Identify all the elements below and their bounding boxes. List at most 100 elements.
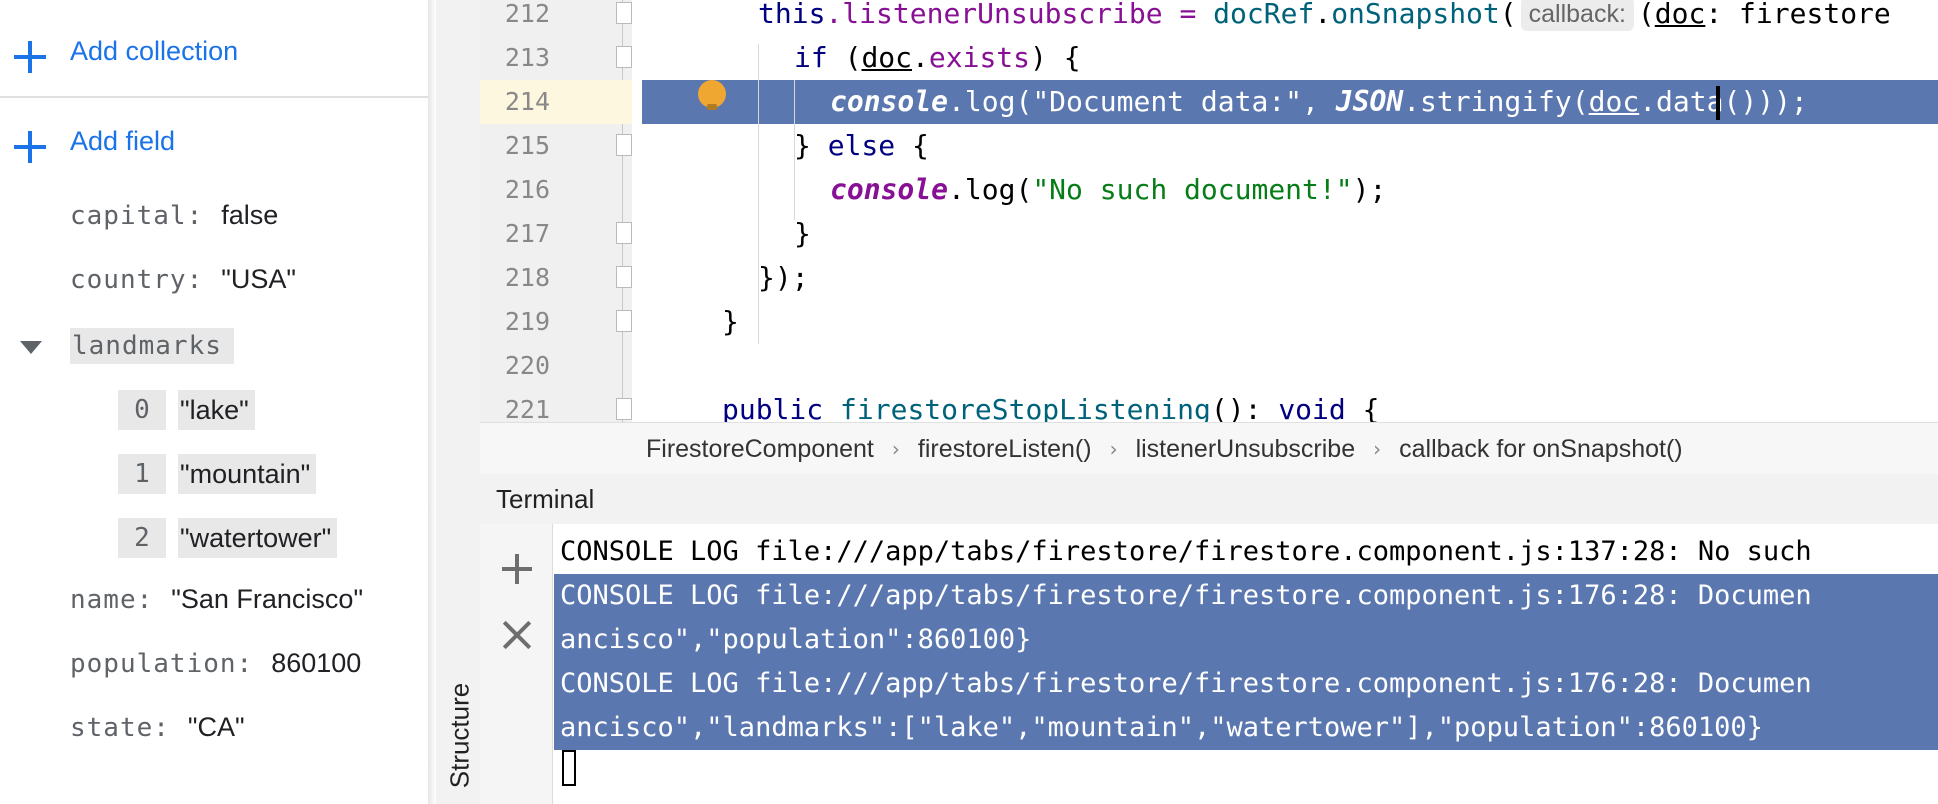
array-value: "mountain": [178, 454, 317, 494]
add-field-button[interactable]: Add field: [0, 98, 428, 188]
array-item[interactable]: 0 "lake": [118, 390, 255, 430]
terminal-line: CONSOLE LOG file:///app/tabs/firestore/f…: [560, 536, 1812, 567]
code-token: this: [758, 0, 826, 30]
code-text: console.log("Document data:", JSON.strin…: [830, 80, 1808, 124]
fold-marker-icon[interactable]: [616, 2, 632, 24]
array-index: 0: [118, 390, 166, 430]
code-token: void: [1278, 393, 1346, 422]
line-number: 221: [504, 395, 550, 422]
array-item[interactable]: 2 "watertower": [118, 518, 338, 558]
code-line[interactable]: 218 });: [480, 256, 1938, 300]
field-value: 860100: [271, 648, 362, 678]
code-line[interactable]: 215 } else {: [480, 124, 1938, 168]
code-editor[interactable]: 212 this.listenerUnsubscribe = docRef.on…: [480, 0, 1938, 422]
ide-window: Structure 212 this.listenerUnsubscribe =…: [436, 0, 1938, 804]
code-token: (: [1499, 0, 1517, 30]
code-line[interactable]: 220: [480, 344, 1938, 388]
code-token: onSnapshot: [1331, 0, 1500, 30]
code-token: (: [1637, 0, 1655, 30]
code-token: .log(: [948, 173, 1033, 206]
line-number: 215: [504, 131, 550, 160]
breadcrumb-item-method[interactable]: firestoreListen(): [918, 435, 1092, 464]
terminal-tab-title[interactable]: Terminal: [496, 484, 594, 515]
line-number: 212: [504, 0, 550, 28]
code-line[interactable]: 213 if (doc.exists) {: [480, 36, 1938, 80]
code-text: }: [794, 217, 811, 250]
fold-marker-icon[interactable]: [616, 310, 632, 332]
code-text: public firestoreStopListening(): void {: [722, 388, 1379, 422]
code-line[interactable]: 217 }: [480, 212, 1938, 256]
terminal-header: Terminal: [480, 474, 1938, 525]
code-token: .: [912, 41, 929, 74]
fold-marker-icon[interactable]: [616, 266, 632, 288]
code-token: else: [827, 129, 896, 162]
field-row-name[interactable]: name: "San Francisco": [70, 584, 363, 615]
field-key: country:: [70, 265, 204, 295]
code-line[interactable]: 212 this.listenerUnsubscribe = docRef.on…: [480, 0, 1938, 36]
field-row-population[interactable]: population: 860100: [70, 648, 361, 679]
field-value: false: [221, 200, 279, 230]
parameter-hint: callback:: [1520, 0, 1634, 31]
code-token: .data()));: [1639, 85, 1808, 118]
array-index: 2: [118, 518, 166, 558]
field-row-country[interactable]: country: "USA": [70, 264, 296, 295]
code-token: ,: [1302, 85, 1336, 118]
field-row-capital[interactable]: capital: false: [70, 200, 278, 231]
code-token: console: [830, 85, 949, 118]
fold-marker-icon[interactable]: [616, 46, 632, 68]
array-value: "watertower": [178, 518, 338, 558]
breadcrumb-item-property[interactable]: listenerUnsubscribe: [1136, 435, 1356, 464]
collapse-arrow-icon[interactable]: [20, 341, 42, 354]
code-token: doc: [1654, 0, 1706, 30]
code-token: public: [722, 393, 824, 422]
terminal-panel[interactable]: CONSOLE LOG file:///app/tabs/firestore/f…: [480, 524, 1938, 804]
code-text: if (doc.exists) {: [794, 36, 1081, 80]
code-token: .log(: [948, 85, 1033, 118]
plus-icon: [14, 131, 46, 163]
code-text: } else {: [794, 124, 929, 168]
code-line[interactable]: 221 public firestoreStopListening(): voi…: [480, 388, 1938, 422]
fold-marker-icon[interactable]: [616, 398, 632, 420]
field-value: "CA": [187, 712, 245, 742]
code-token: docRef: [1213, 0, 1315, 30]
array-item[interactable]: 1 "mountain": [118, 454, 317, 494]
line-number: 214: [504, 87, 550, 116]
breadcrumb-item-callback[interactable]: callback for onSnapshot(): [1399, 435, 1682, 464]
code-line[interactable]: 219 }: [480, 300, 1938, 344]
array-index: 1: [118, 454, 166, 494]
code-token: "No such document!": [1032, 173, 1353, 206]
code-text: }: [722, 305, 739, 338]
code-text: this.listenerUnsubscribe = docRef.onSnap…: [758, 0, 1891, 36]
structure-tab[interactable]: Structure: [445, 666, 476, 804]
field-key: state:: [70, 713, 170, 743]
new-terminal-plus-icon[interactable]: [502, 554, 532, 584]
code-token: (: [827, 41, 862, 74]
code-token: );: [1352, 173, 1387, 206]
close-terminal-icon[interactable]: [502, 620, 532, 650]
code-text: console.log("No such document!");: [830, 168, 1386, 212]
code-token: {: [1345, 393, 1380, 422]
lightbulb-icon[interactable]: [698, 80, 726, 110]
code-token: firestoreStopListening: [840, 393, 1211, 422]
terminal-toolbar: [480, 524, 553, 804]
field-key: capital:: [70, 201, 204, 231]
code-token: }: [794, 129, 828, 162]
add-collection-button[interactable]: Add collection: [0, 8, 428, 98]
breadcrumb: FirestoreComponent › firestoreListen() ›…: [480, 422, 1938, 476]
code-token: exists: [928, 41, 1031, 74]
code-token: console: [830, 173, 949, 206]
code-line[interactable]: 216 console.log("No such document!");: [480, 168, 1938, 212]
code-token: .: [1314, 0, 1332, 30]
terminal-line-selected: ancisco","landmarks":["lake","mountain",…: [554, 706, 1938, 750]
field-key-landmarks[interactable]: landmarks: [70, 328, 234, 364]
code-token: JSON: [1335, 85, 1404, 118]
structure-tool-strip: Structure: [436, 0, 481, 804]
fold-marker-icon[interactable]: [616, 134, 632, 156]
add-field-label: Add field: [70, 126, 176, 156]
fold-marker-icon[interactable]: [616, 222, 632, 244]
field-row-state[interactable]: state: "CA": [70, 712, 245, 743]
code-token: if: [794, 41, 828, 74]
line-number: 216: [504, 175, 550, 204]
breadcrumb-item-component[interactable]: FirestoreComponent: [646, 435, 874, 464]
field-key: name:: [70, 585, 154, 615]
